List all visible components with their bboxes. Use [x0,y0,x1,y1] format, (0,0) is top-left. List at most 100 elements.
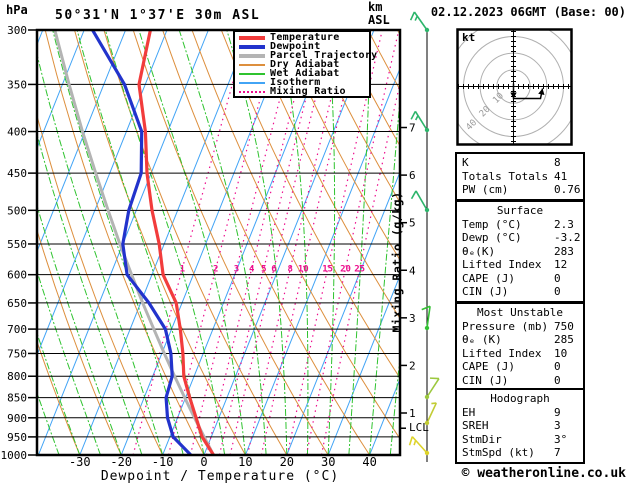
table-row: PW (cm) 0.76 [462,183,583,197]
table-row-value: 750 [554,319,574,333]
legend-sample-solid [239,44,265,49]
mixing-ratio-axis-label: Mixing Ratio (g/kg) [390,191,404,333]
km-tick-label: 7 [409,122,416,135]
table-row-value: 7 [554,446,561,459]
table-row: CIN (J) 0 [462,285,583,299]
altitude-unit-label: km ASL [368,1,390,27]
temp-tick-label: 0 [200,455,207,469]
table-row-label: Pressure (mb) [462,319,549,333]
temp-tick-label: -10 [152,455,174,469]
pressure-tick-label: 800 [7,370,27,383]
wind-barb [421,305,431,331]
pressure-tick-label: 300 [7,24,27,37]
table-title: Surface [496,204,544,217]
mixing-ratio-value-label: 10 [298,265,309,275]
legend-item: Mixing Ratio [239,86,367,97]
copyright-label: © weatheronline.co.uk [461,466,626,481]
table-row-label: Dewp (°C) [462,231,522,244]
wind-barb [409,11,430,33]
table-title: Hodograph [490,392,550,405]
table-row: EH 9 [462,406,583,420]
table-row-value: 8 [554,156,561,169]
table-row: CIN (J) 0 [462,374,583,388]
hodograph-inner: 102040 [457,29,572,145]
table-row-label: Lifted Index [462,346,542,360]
table-row: Lifted Index 12 [462,258,583,272]
table-row: StmDir 3° [462,433,583,447]
table-row-label: StmSpd (kt) [462,446,535,459]
table-title: Most Unstable [476,306,564,319]
station-title: 50°31'N 1°37'E 30m ASL [55,8,261,23]
mixing-ratio-line [132,30,248,455]
table-row-value: 3° [554,432,568,446]
table-row: θₑ (K) 285 [462,333,583,347]
table-row: Totals Totals 41 [462,170,583,184]
isotherm-line [0,30,1,455]
table-row: Dewp (°C) -3.2 [462,231,583,245]
table-row-value: 0 [554,360,561,373]
table-row: K8 [462,156,583,170]
table-row: SREH 3 [462,419,583,433]
table-row-label: EH [462,405,476,419]
km-tick-label: 2 [409,359,416,372]
legend-label: Mixing Ratio [270,86,346,97]
pressure-tick-label: 950 [7,431,27,444]
pressure-tick-label: 500 [7,204,27,217]
table-row-value: 0 [554,373,561,387]
km-tick-label: 5 [409,217,416,230]
table-row-value: 0.76 [554,183,581,196]
pressure-tick-label: 1000 [1,449,28,462]
table-row-value: 3 [554,419,561,432]
hodograph-trace-arrow [510,92,517,99]
table-row: Temp (°C) 2.3 [462,218,583,232]
mixing-ratio-value-label: 4 [249,265,255,275]
legend-sample-solid [239,53,265,58]
mixing-ratio-value-label: 5 [261,265,266,275]
table-row-label: CAPE (J) [462,271,515,285]
hodograph-ring-label: 20 [478,105,493,120]
indices-table: K 8 Totals Totals 41 PW (cm) 0.76 [455,152,585,201]
table-row: Pressure (mb) 750 [462,320,583,334]
km-tick-label: 4 [409,264,416,277]
pressure-tick-label: 400 [7,126,27,139]
mixing-ratio-value-label: 3 [234,265,239,275]
km-tick-label: 3 [409,312,416,325]
mixing-ratio-value-label: 8 [288,265,293,275]
table-row-label: CIN (J) [462,373,509,387]
table-row-value: 41 [554,169,568,183]
table-row-label: Totals Totals [462,169,549,183]
table-row-label: θₑ(K) [462,244,496,258]
table-row-value: 0 [554,271,561,285]
wind-barb [408,436,430,456]
temp-tick-label: 30 [321,455,335,469]
table-row-label: PW (cm) [462,183,509,196]
temp-tick-label: 40 [362,455,376,469]
mixing-ratio-value-label: 20 [340,265,351,275]
pressure-tick-label: 900 [7,412,27,425]
mixing-ratio-value-label: 15 [322,265,333,275]
legend-box: Temperature Dewpoint Parcel Trajectory Dry … [233,30,377,98]
hodograph-trace-arrow [538,88,545,95]
most-unstable-table: Most Unstable Pressure (mb) 750 θₑ (K) 285 Li… [455,302,585,391]
surface-table: Surface Temp (°C) 2.3 Dewp (°C) -3.2 θₑ(K) 283… [455,200,585,303]
pressure-tick-label: 550 [7,238,27,251]
mixing-ratio-value-label: 2 [213,265,218,275]
temperature-curve [137,30,215,455]
table-row-label: CAPE (J) [462,360,515,373]
table-row: Lifted Index 10 [462,347,583,361]
table-row-value: 285 [554,333,574,346]
asl-label: ASL [368,13,390,27]
legend-sample-solid [239,35,265,40]
pressure-tick-label: 850 [7,392,27,405]
pressure-tick-label: 600 [7,269,27,282]
mixing-ratio-value-label: 1 [180,265,185,275]
legend-sample-solid [239,81,265,84]
legend-sample-dotted [239,90,265,93]
pressure-tick-label: 650 [7,297,27,310]
table-row: CAPE (J) 0 [462,272,583,286]
table-row-value: 12 [554,258,568,271]
pressure-unit-label: hPa [6,3,28,17]
skewt-sounding-page: 300 350 400 450 500 550 600 650 700 750 800 850 900 9… [0,0,629,486]
temp-tick-label: -30 [69,455,91,469]
table-row-label: Lifted Index [462,258,542,271]
